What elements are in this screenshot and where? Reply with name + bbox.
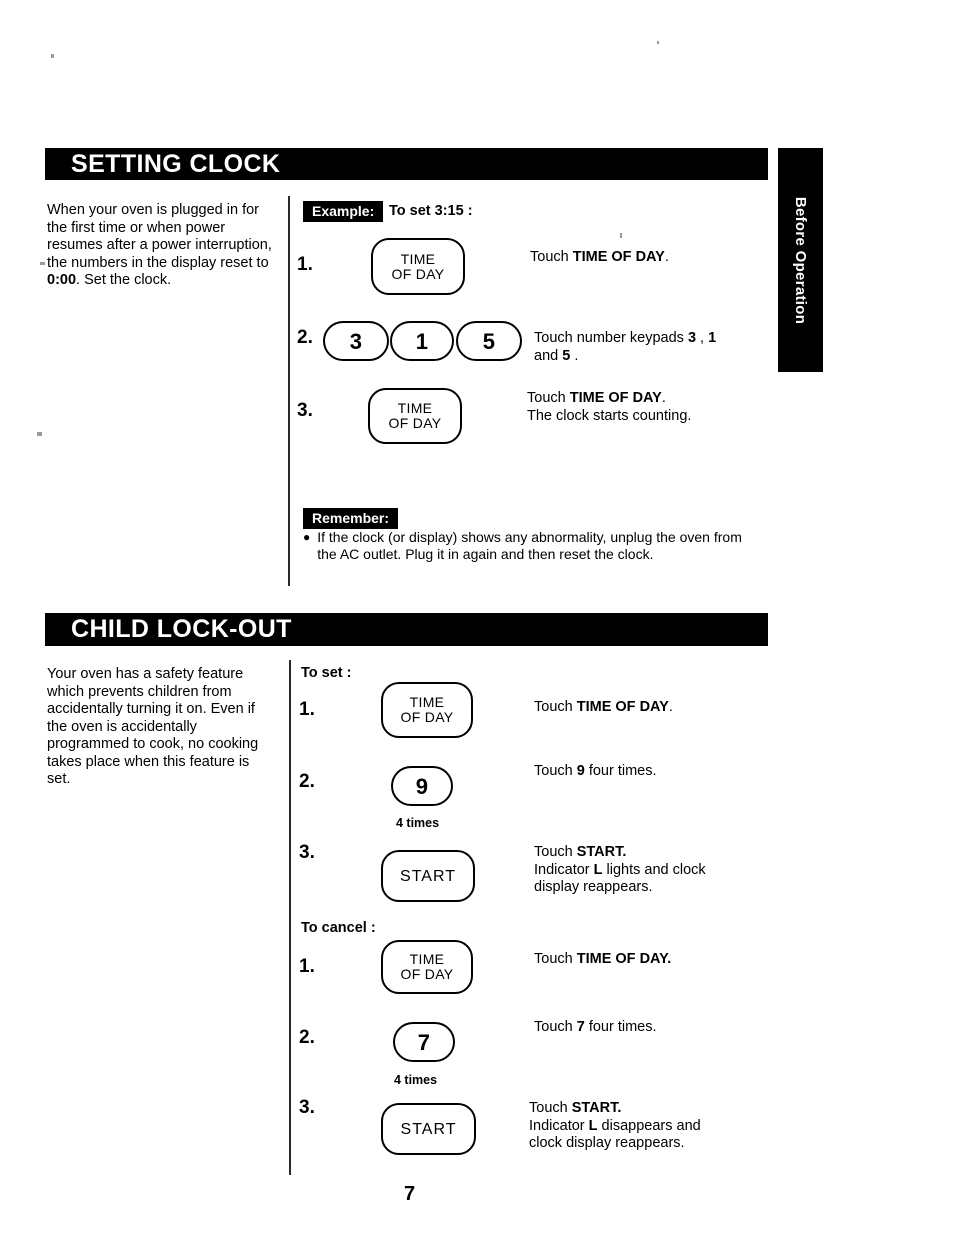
key-label: START xyxy=(400,1120,457,1138)
key-start[interactable]: START xyxy=(381,1103,476,1155)
step-number: 3. xyxy=(299,1097,315,1118)
section-header-setting-clock: SETTING CLOCK xyxy=(45,148,768,180)
step-number: 1. xyxy=(299,699,315,720)
scan-artifact xyxy=(40,262,45,265)
intro-text-setting-clock: When your oven is plugged in for the fir… xyxy=(47,202,272,288)
intro-text-child-lock-out: Your oven has a safety feature which pre… xyxy=(47,666,259,787)
key-number-7[interactable]: 7 xyxy=(393,1022,455,1062)
key-label: 5 xyxy=(482,328,496,354)
step-description: Touch TIME OF DAY. xyxy=(534,699,673,715)
step-description: Touch START. Indicator L lights and clock… xyxy=(534,844,706,895)
key-label: 1 xyxy=(415,328,429,354)
step-number: 1. xyxy=(297,254,313,275)
column-divider-lower xyxy=(289,660,291,1175)
section-title: CHILD LOCK-OUT xyxy=(71,615,292,643)
key-start[interactable]: START xyxy=(381,850,475,902)
remember-bullet: ● If the clock (or display) shows any ab… xyxy=(303,529,758,563)
step-number: 2. xyxy=(299,1027,315,1048)
scan-artifact xyxy=(37,432,42,436)
key-label: START xyxy=(400,867,456,885)
section-header-child-lock-out: CHILD LOCK-OUT xyxy=(45,613,768,646)
manual-page: SETTING CLOCK Before Operation When your… xyxy=(0,0,954,1239)
key-label: 9 xyxy=(415,773,429,799)
bullet-icon: ● xyxy=(303,530,311,544)
step-description: Touch 9 four times. xyxy=(534,763,657,779)
step-description: Touch TIME OF DAY. xyxy=(530,249,669,265)
key-time-of-day[interactable]: TIME OF DAY xyxy=(381,940,473,994)
scan-artifact xyxy=(620,233,622,238)
key-number-3[interactable]: 3 xyxy=(323,321,389,361)
key-time-of-day[interactable]: TIME OF DAY xyxy=(371,238,465,295)
key-label: TIME OF DAY xyxy=(388,400,442,431)
key-label: TIME OF DAY xyxy=(391,250,445,282)
key-time-of-day[interactable]: TIME OF DAY xyxy=(368,388,462,444)
step-number: 3. xyxy=(297,400,313,421)
step-description: Touch TIME OF DAY. The clock starts count… xyxy=(527,390,692,424)
step-number: 2. xyxy=(297,327,313,348)
example-text: To set 3:15 : xyxy=(389,203,473,219)
key-label: 7 xyxy=(417,1029,431,1055)
key-number-9[interactable]: 9 xyxy=(391,766,453,806)
section-title: SETTING CLOCK xyxy=(71,149,281,178)
to-cancel-label: To cancel : xyxy=(301,920,376,936)
step-description: Touch TIME OF DAY. xyxy=(534,951,672,967)
remember-chip: Remember: xyxy=(303,508,399,529)
key-number-1[interactable]: 1 xyxy=(390,321,454,361)
step-number: 3. xyxy=(299,842,315,863)
scan-artifact xyxy=(51,54,54,58)
side-tab-label: Before Operation xyxy=(792,196,810,324)
step-description: Touch 7 four times. xyxy=(534,1019,657,1035)
page-number: 7 xyxy=(404,1183,416,1205)
scan-artifact xyxy=(657,41,659,44)
to-set-label: To set : xyxy=(301,665,352,681)
key-label: TIME OF DAY xyxy=(400,951,454,982)
step-description: Touch number keypads 3 , 1 and 5 . xyxy=(534,330,717,364)
column-divider-upper xyxy=(288,196,290,586)
key-number-5[interactable]: 5 xyxy=(456,321,522,361)
step-number: 2. xyxy=(299,771,315,792)
key-label: 3 xyxy=(349,328,363,354)
step-description: Touch START. Indicator L disappears and cl… xyxy=(529,1100,701,1151)
repeat-count-label: 4 times xyxy=(394,1073,438,1087)
side-tab-before-operation: Before Operation xyxy=(778,148,823,372)
key-time-of-day[interactable]: TIME OF DAY xyxy=(381,682,473,738)
remember-text: If the clock (or display) shows any abno… xyxy=(317,529,742,562)
example-chip: Example: xyxy=(303,201,384,222)
key-label: TIME OF DAY xyxy=(400,694,454,725)
repeat-count-label: 4 times xyxy=(396,816,440,830)
step-number: 1. xyxy=(299,956,315,977)
